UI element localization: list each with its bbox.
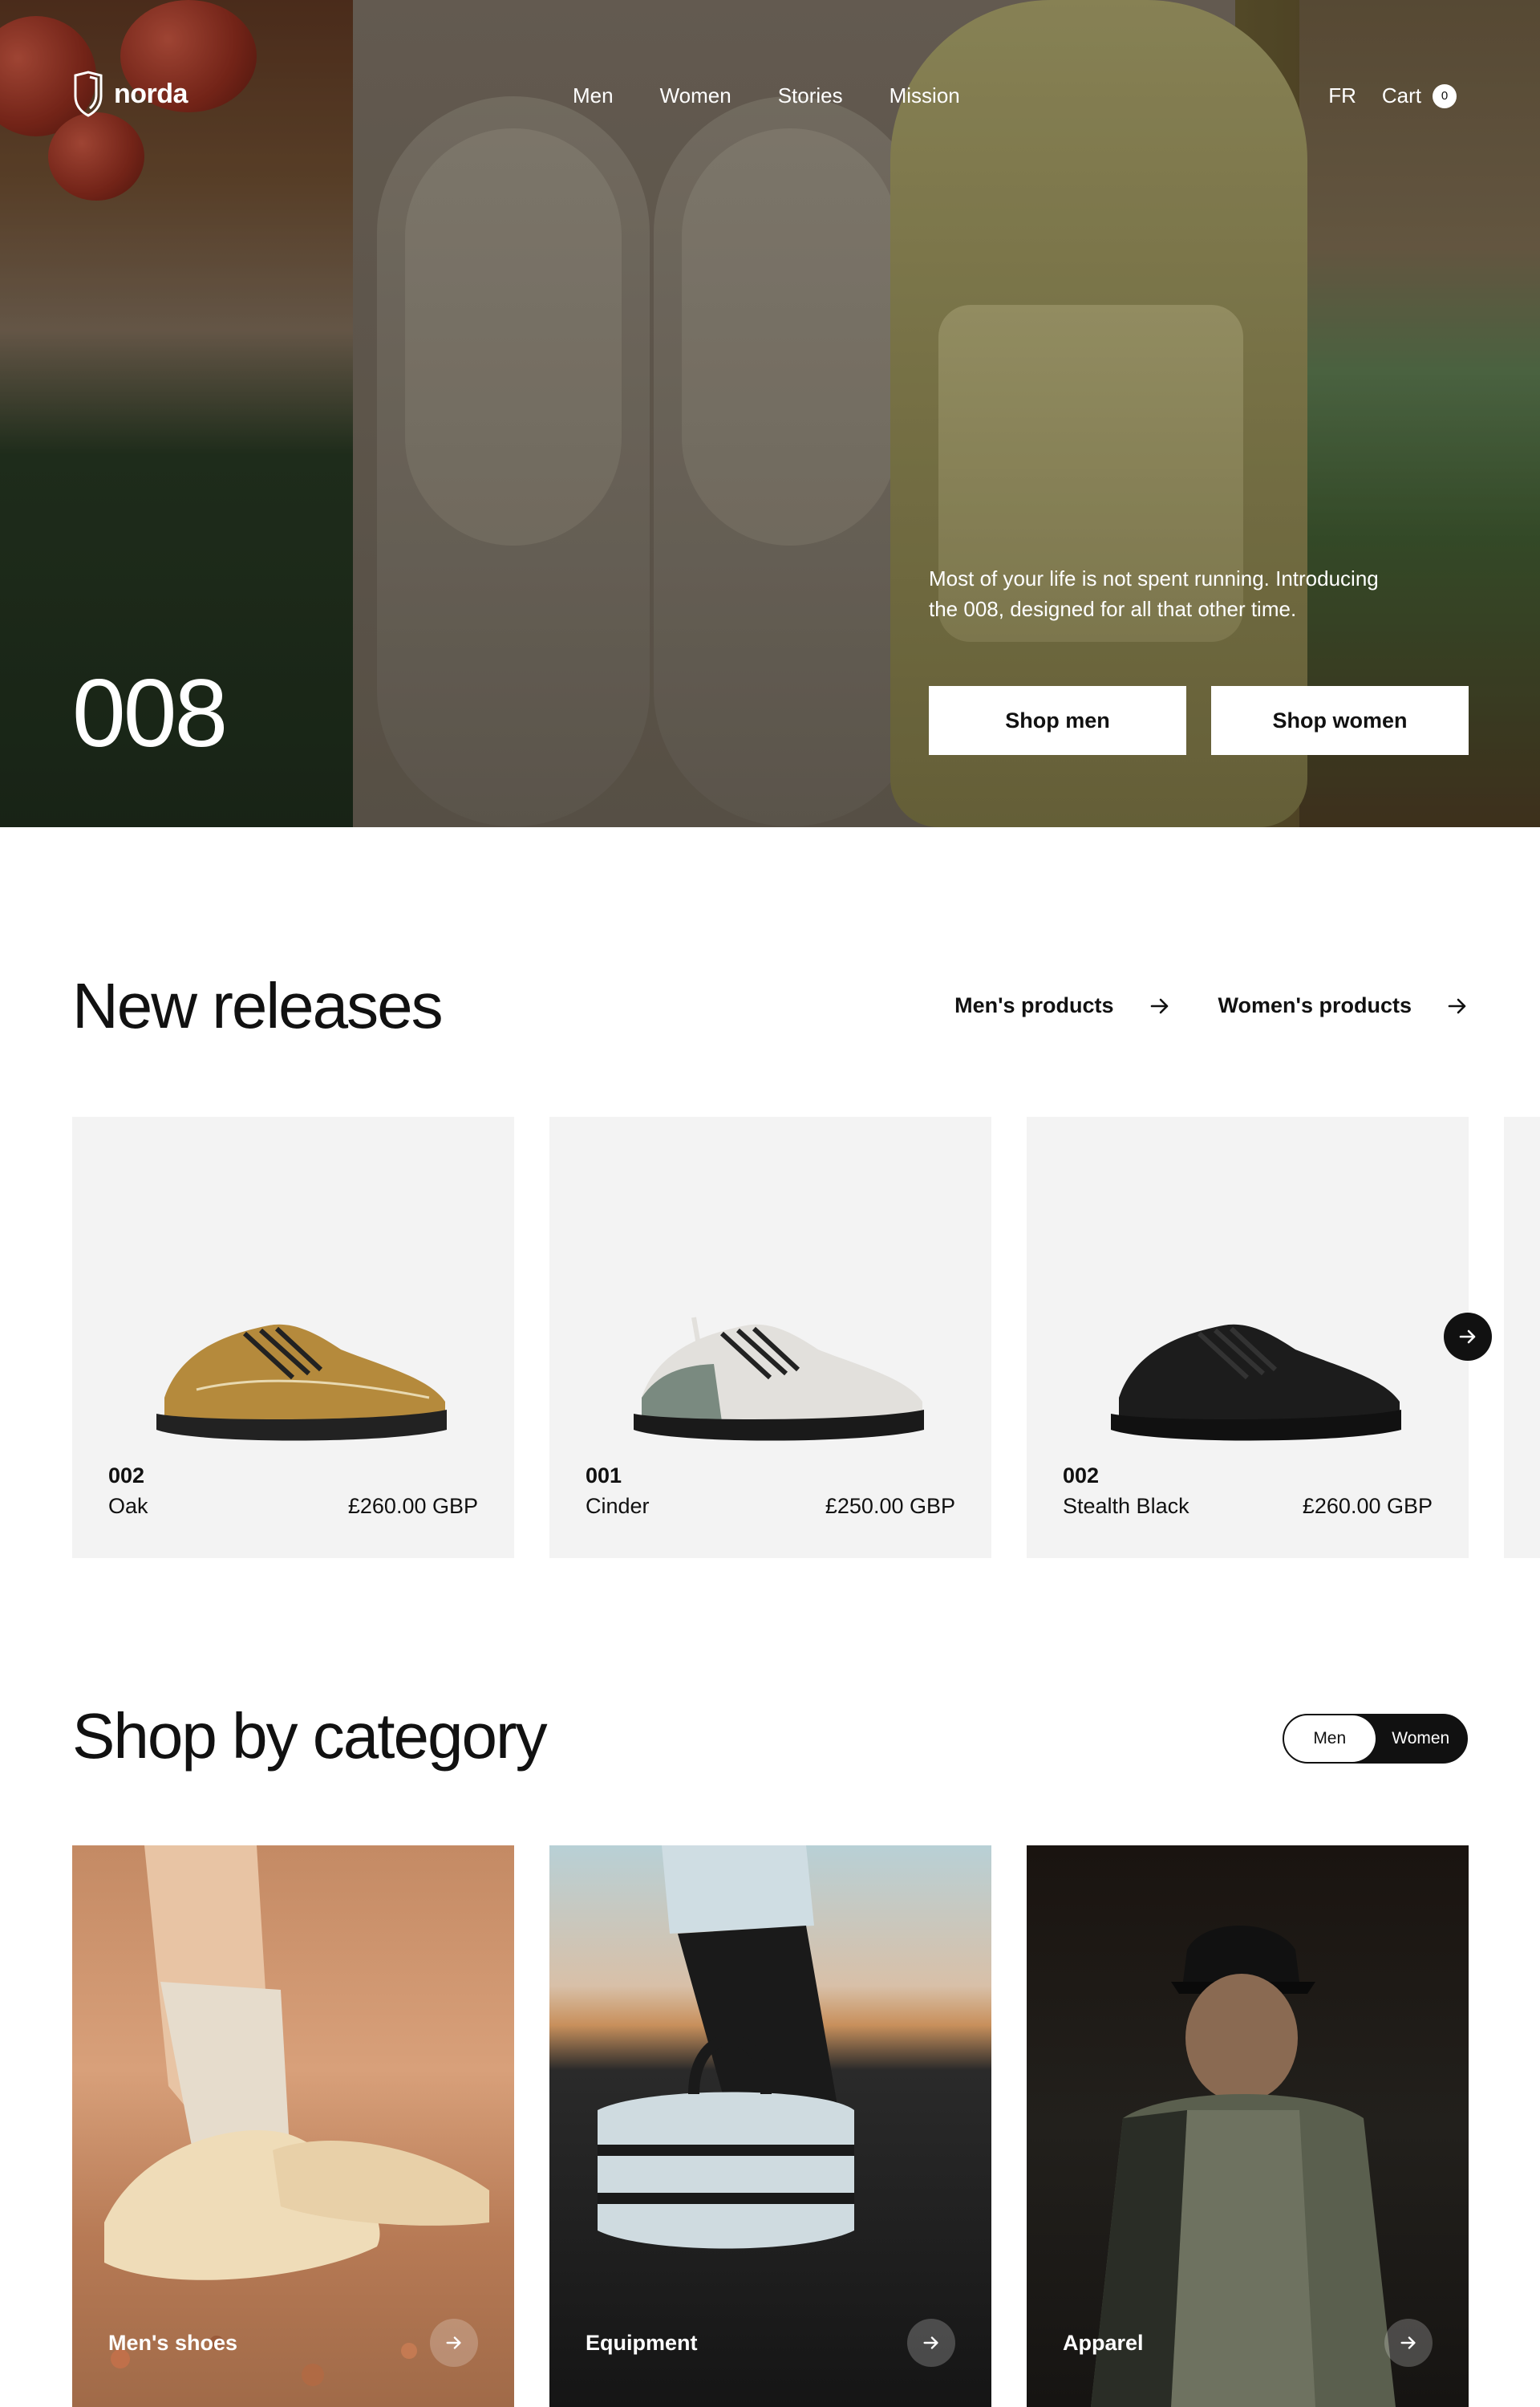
arrow-right-icon: [1400, 2336, 1416, 2349]
product-price: £250.00 GBP: [825, 1494, 955, 1518]
shop-women-button[interactable]: Shop women: [1211, 686, 1469, 755]
product-name: Cinder: [586, 1494, 650, 1518]
main-nav: Men Women Stories Mission: [573, 83, 960, 108]
cart-button[interactable]: Cart 0: [1382, 83, 1457, 108]
product-card[interactable]: 001 Cinder £250.00 GBP: [549, 1117, 991, 1558]
shop-men-button[interactable]: Shop men: [929, 686, 1186, 755]
category-label: Equipment: [586, 2331, 698, 2355]
product-card-peek[interactable]: [1504, 1117, 1540, 1558]
arrow-right-icon: [923, 2336, 938, 2349]
product-card[interactable]: 002 Stealth Black £260.00 GBP: [1027, 1117, 1469, 1558]
mens-products-link[interactable]: Men's products: [954, 993, 1169, 1018]
womens-products-label: Women's products: [1218, 993, 1412, 1017]
nav-item-women[interactable]: Women: [660, 83, 732, 108]
carousel-next-button[interactable]: [1444, 1313, 1492, 1361]
gender-toggle: Men Women: [1283, 1714, 1468, 1764]
product-name: Oak: [108, 1494, 148, 1518]
nav-item-mission[interactable]: Mission: [890, 83, 960, 108]
hero-copy: Most of your life is not spent running. …: [929, 566, 1379, 621]
arrow-right-icon: [1459, 1329, 1476, 1344]
category-arrow-button[interactable]: [430, 2319, 478, 2367]
product-card[interactable]: 002 Oak £260.00 GBP: [72, 1117, 514, 1558]
mens-products-label: Men's products: [954, 993, 1114, 1017]
category-arrow-button[interactable]: [907, 2319, 955, 2367]
category-label: Men's shoes: [108, 2331, 237, 2355]
toggle-women[interactable]: Women: [1376, 1715, 1467, 1762]
header-actions: FR Cart 0: [1328, 83, 1457, 108]
category-card-mens-shoes[interactable]: Men's shoes: [72, 1845, 514, 2407]
arrow-right-icon: [1448, 998, 1466, 1013]
cart-count-badge: 0: [1433, 83, 1457, 108]
toggle-men[interactable]: Men: [1284, 1715, 1376, 1762]
brand-name: norda: [114, 78, 188, 109]
category-arrow-button[interactable]: [1384, 2319, 1433, 2367]
product-image-shoe: [634, 1317, 924, 1441]
cart-label: Cart: [1381, 83, 1421, 108]
womens-products-link[interactable]: Women's products: [1218, 993, 1468, 1018]
arrow-right-icon: [446, 2336, 461, 2349]
nav-item-stories[interactable]: Stories: [778, 83, 843, 108]
product-model: 002: [1063, 1463, 1100, 1488]
shop-by-category-title: Shop by category: [72, 1700, 548, 1772]
shield-logo-icon: [74, 71, 103, 117]
product-image-shoe: [156, 1324, 447, 1441]
category-label: Apparel: [1063, 2331, 1144, 2355]
nav-item-men[interactable]: Men: [573, 83, 614, 108]
category-card-equipment[interactable]: Equipment: [549, 1845, 991, 2407]
hero-banner: norda Men Women Stories Mission FR Cart …: [0, 0, 1540, 827]
hero-title: 008: [72, 660, 228, 767]
arrow-right-icon: [1150, 998, 1168, 1013]
product-name: Stealth Black: [1063, 1494, 1189, 1518]
category-card-apparel[interactable]: Apparel: [1027, 1845, 1469, 2407]
language-switch[interactable]: FR: [1328, 83, 1356, 108]
new-releases-links: Men's products Women's products: [954, 993, 1468, 1018]
product-price: £260.00 GBP: [347, 1494, 478, 1518]
product-model: 001: [586, 1463, 622, 1488]
product-price: £260.00 GBP: [1302, 1494, 1433, 1518]
product-model: 002: [108, 1463, 145, 1488]
new-releases-title: New releases: [72, 970, 444, 1041]
brand-logo[interactable]: norda: [72, 71, 188, 117]
product-image-shoe: [1111, 1324, 1401, 1441]
